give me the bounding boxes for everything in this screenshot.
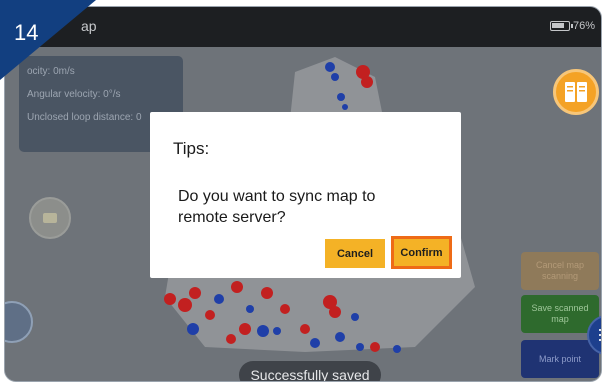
cancel-button[interactable]: Cancel xyxy=(325,239,385,268)
battery-status: 76% xyxy=(549,20,595,32)
locate-button[interactable] xyxy=(29,197,71,239)
battery-percent: 76% xyxy=(572,20,595,32)
step-number: 14 xyxy=(14,20,39,45)
book-icon xyxy=(565,82,587,102)
dialog-message: Do you want to sync map to remote server… xyxy=(178,188,376,226)
menu-icon xyxy=(599,329,601,344)
confirm-button[interactable]: Confirm xyxy=(391,236,452,269)
angular-velocity-readout: Angular velocity: 0°/s xyxy=(27,89,121,100)
toast-message: Successfully saved xyxy=(239,361,381,381)
locate-icon xyxy=(43,213,57,223)
mark-point-button[interactable]: Mark point xyxy=(521,340,599,378)
help-button[interactable] xyxy=(553,69,599,115)
dialog-title: Tips: xyxy=(173,139,210,158)
sync-dialog: Tips: Do you want to sync map to remote … xyxy=(150,112,461,278)
battery-icon xyxy=(549,21,573,31)
cancel-map-scanning-button[interactable]: Cancel map scanning xyxy=(521,252,599,290)
